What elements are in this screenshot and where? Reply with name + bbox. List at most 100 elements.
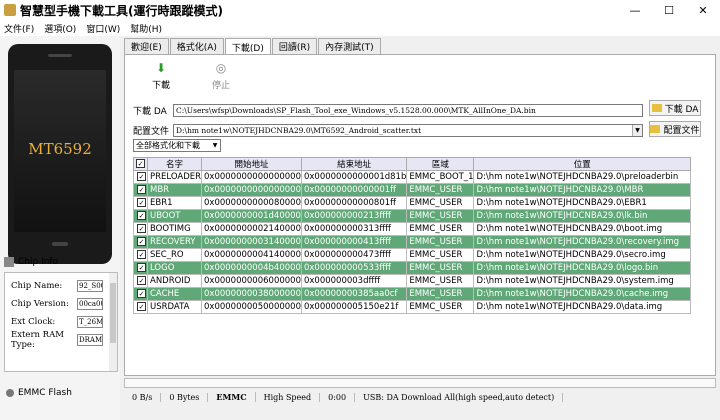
tab-readback[interactable]: 回讀(R) (271, 38, 318, 54)
emmc-flash-item[interactable]: EMMC Flash (6, 388, 72, 398)
row-checkbox[interactable]: ✓ (137, 250, 146, 259)
download-mode-select[interactable]: 全部格式化和下載 ▼ (133, 139, 221, 152)
cell-end-address: 0x000000000213ffff (300, 209, 408, 223)
cell-checkbox: ✓ (133, 222, 148, 236)
row-checkbox[interactable]: ✓ (137, 224, 146, 233)
cell-checkbox: ✓ (133, 183, 148, 197)
cell-end-address: 0x00000000385aa0cf (300, 287, 408, 301)
da-path-field[interactable]: C:\Users\wfsp\Downloads\SP_Flash_Tool_ex… (173, 103, 643, 117)
tab-format[interactable]: 格式化(A) (169, 38, 224, 54)
chevron-down-icon: ▼ (212, 142, 218, 149)
download-arrow-icon: ⬇ (155, 61, 167, 75)
chevron-down-icon[interactable]: ▼ (632, 124, 642, 136)
scrollbar-thumb[interactable] (110, 283, 116, 343)
table-row[interactable]: ✓ BOOTIMG 0x0000000002140000 0x000000000313… (133, 222, 691, 236)
tab-memory-test[interactable]: 內存測試(T) (318, 38, 381, 54)
table-row[interactable]: ✓ RECOVERY 0x0000000003140000 0x00000000041… (133, 235, 691, 249)
table-row[interactable]: ✓ CACHE 0x0000000038000000 0x00000000385aa0… (133, 287, 691, 301)
row-checkbox[interactable]: ✓ (137, 289, 146, 298)
download-mode-value: 全部格式化和下載 (136, 141, 200, 150)
cell-name: LOGO (146, 261, 203, 275)
menu-options[interactable]: 選項(O) (44, 22, 76, 35)
cell-location: D:\hm note1w\NOTEJHDCNBA29.0\boot.img (473, 222, 691, 236)
menu-window[interactable]: 窗口(W) (86, 22, 120, 35)
download-button[interactable]: ⬇ 下載 (141, 61, 181, 91)
table-row[interactable]: ✓ USRDATA 0x0000000050000000 0x000000005150… (133, 300, 691, 314)
maximize-button[interactable]: ☐ (652, 0, 686, 20)
table-row[interactable]: ✓ EBR1 0x0000000000080000 0x00000000000801f… (133, 196, 691, 210)
cell-location: D:\hm note1w\NOTEJHDCNBA29.0\cache.img (473, 287, 691, 301)
chip-row-label: Extern RAM Type: (11, 330, 64, 350)
cell-checkbox: ✓ (133, 196, 148, 210)
status-bar: 0 B/s 0 Bytes EMMC High Speed 0:00 USB: … (124, 390, 716, 404)
da-label: 下載 DA (133, 106, 167, 117)
chip-info-scrollbar[interactable] (109, 273, 117, 371)
cell-checkbox: ✓ (133, 300, 148, 314)
cell-start-address: 0x0000000001d40000 (201, 209, 302, 223)
cell-end-address: 0x00000000000001ff (300, 183, 408, 197)
cell-region: EMMC_USER (406, 248, 475, 262)
cell-name: EBR1 (146, 196, 203, 210)
row-checkbox[interactable]: ✓ (137, 211, 146, 220)
cell-end-address: 0x000000005150e21f (300, 300, 408, 314)
row-checkbox[interactable]: ✓ (137, 172, 146, 181)
cell-start-address: 0x0000000000080000 (201, 196, 302, 210)
cell-name: MBR (146, 183, 203, 197)
row-checkbox[interactable]: ✓ (137, 263, 146, 272)
table-row[interactable]: ✓ LOGO 0x0000000004b40000 0x000000000533fff… (133, 261, 691, 275)
phone-image: MT6592 (8, 44, 112, 264)
cell-checkbox: ✓ (133, 287, 148, 301)
cell-name: RECOVERY (146, 235, 203, 249)
close-button[interactable]: ✕ (686, 0, 720, 20)
header-checkbox-col[interactable]: ✓ (133, 157, 148, 171)
cell-region: EMMC_BOOT_1 (406, 170, 475, 184)
status-message: USB: DA Download All(high speed,auto det… (355, 392, 564, 402)
tab-welcome[interactable]: 歡迎(E) (124, 38, 169, 54)
row-checkbox[interactable]: ✓ (137, 302, 146, 311)
menu-help[interactable]: 幫助(H) (130, 22, 162, 35)
status-time: 0:00 (320, 392, 356, 402)
left-panel: MT6592 Chip Info Chip Name: 92_S00 Chip V… (0, 36, 120, 420)
cell-region: EMMC_USER (406, 209, 475, 223)
select-all-checkbox[interactable]: ✓ (136, 159, 145, 168)
row-checkbox[interactable]: ✓ (137, 198, 146, 207)
table-row[interactable]: ✓ SEC_RO 0x0000000004140000 0x000000000473f… (133, 248, 691, 262)
download-button-label: 下載 (151, 81, 170, 91)
chip-info-header[interactable]: Chip Info (4, 254, 116, 270)
row-checkbox[interactable]: ✓ (137, 276, 146, 285)
cell-start-address: 0x0000000000000000 (201, 183, 302, 197)
cell-name: BOOTIMG (146, 222, 203, 236)
cell-end-address: 0x00000000000801ff (300, 196, 408, 210)
table-row[interactable]: ✓ ANDROID 0x0000000006000000 0x000000003dff… (133, 274, 691, 288)
menu-file[interactable]: 文件(F) (4, 22, 34, 35)
cell-checkbox: ✓ (133, 235, 148, 249)
tab-download[interactable]: 下載(D) (224, 38, 271, 55)
header-start: 開始地址 (201, 157, 302, 171)
table-row[interactable]: ✓ UBOOT 0x0000000001d40000 0x000000000213ff… (133, 209, 691, 223)
download-progress-bar (124, 378, 716, 388)
cell-end-address: 0x000000000473ffff (300, 248, 408, 262)
chip-row-label: Chip Name: (11, 281, 63, 291)
table-row[interactable]: ✓ PRELOADER 0x0000000000000000 0x0000000000… (133, 170, 691, 184)
cell-location: D:\hm note1w\NOTEJHDCNBA29.0\data.img (473, 300, 691, 314)
table-header-row: ✓ 名字 開始地址 結束地址 區域 位置 (133, 157, 691, 171)
cell-end-address: 0x000000000413ffff (300, 235, 408, 249)
cell-region: EMMC_USER (406, 300, 475, 314)
table-row[interactable]: ✓ MBR 0x0000000000000000 0x00000000000001ff… (133, 183, 691, 197)
scatter-browse-button[interactable]: 配置文件 (649, 121, 701, 137)
row-checkbox[interactable]: ✓ (137, 185, 146, 194)
minimize-button[interactable]: — (618, 0, 652, 20)
stop-button[interactable]: ◎ 停止 (201, 61, 241, 91)
scatter-path-field[interactable]: D:\hm note1w\NOTEJHDCNBA29.0\MT6592_Andr… (173, 123, 643, 137)
scatter-browse-label: 配置文件 (663, 125, 700, 136)
cell-location: D:\hm note1w\NOTEJHDCNBA29.0\system.img (473, 274, 691, 288)
partition-table: ✓ 名字 開始地址 結束地址 區域 位置 ✓ PRELOADER 0x0000000… (133, 157, 691, 314)
chip-info-title: Chip Info (18, 257, 59, 267)
da-browse-button[interactable]: 下載 DA (649, 100, 701, 116)
stop-icon: ◎ (215, 61, 227, 75)
row-checkbox[interactable]: ✓ (137, 237, 146, 246)
folder-icon (651, 104, 662, 112)
cell-region: EMMC_USER (406, 222, 475, 236)
cell-location: D:\hm note1w\NOTEJHDCNBA29.0\recovery.im… (473, 235, 691, 249)
cell-region: EMMC_USER (406, 196, 475, 210)
